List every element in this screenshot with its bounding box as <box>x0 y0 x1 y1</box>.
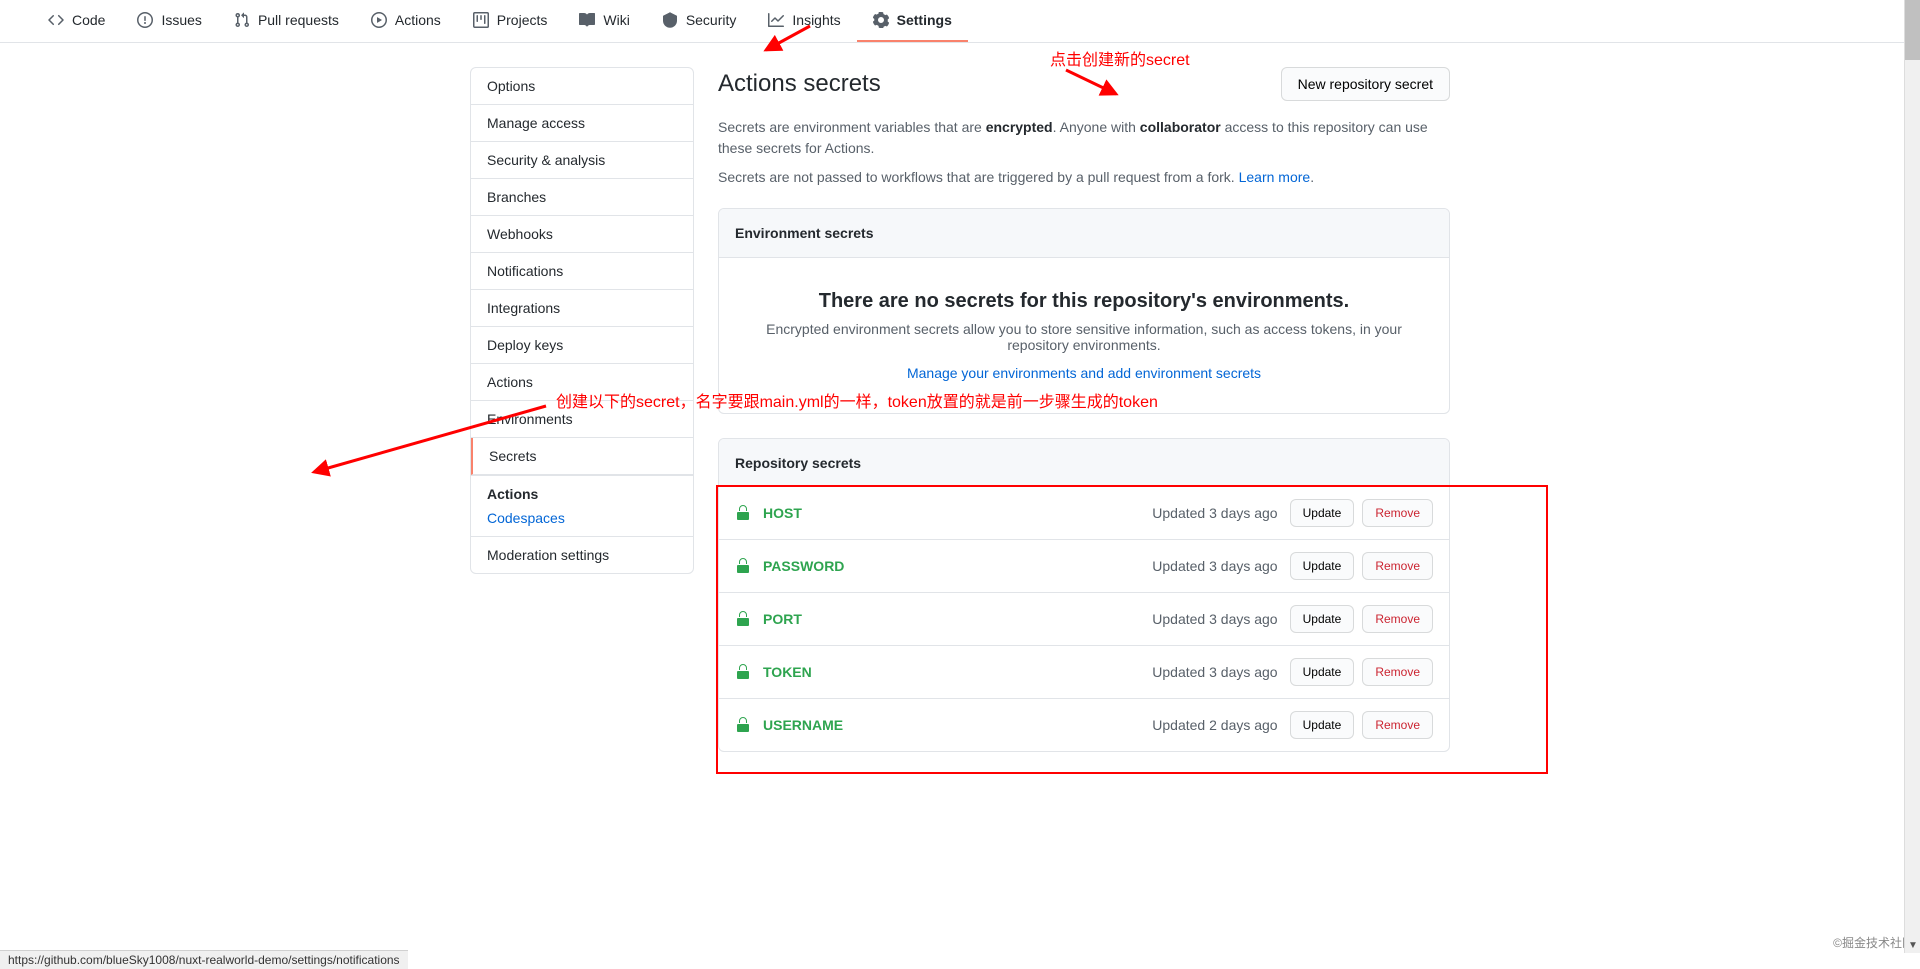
sidebar-heading-actions: Actions <box>471 476 693 506</box>
env-empty-subtitle: Encrypted environment secrets allow you … <box>743 321 1425 353</box>
secret-updated: Updated 3 days ago <box>1152 611 1277 627</box>
update-secret-button[interactable]: Update <box>1290 658 1355 686</box>
lock-icon <box>735 558 751 574</box>
scrollbar-thumb[interactable] <box>1905 0 1920 60</box>
repository-secrets-box: Repository secrets HOST Updated 3 days ag… <box>718 438 1450 752</box>
update-secret-button[interactable]: Update <box>1290 499 1355 527</box>
code-icon <box>48 12 64 28</box>
secret-name: USERNAME <box>763 717 843 733</box>
tab-settings[interactable]: Settings <box>857 0 968 42</box>
tab-label: Actions <box>395 12 441 28</box>
environment-secrets-header: Environment secrets <box>719 209 1449 258</box>
secret-updated: Updated 3 days ago <box>1152 505 1277 521</box>
secret-updated: Updated 3 days ago <box>1152 664 1277 680</box>
update-secret-button[interactable]: Update <box>1290 605 1355 633</box>
tab-label: Pull requests <box>258 12 339 28</box>
sidebar-link-codespaces[interactable]: Codespaces <box>471 506 693 536</box>
environment-secrets-box: Environment secrets There are no secrets… <box>718 208 1450 414</box>
lock-icon <box>735 611 751 627</box>
manage-environments-link[interactable]: Manage your environments and add environ… <box>907 365 1261 381</box>
sidebar-item-webhooks[interactable]: Webhooks <box>471 216 693 253</box>
sidebar-item-options[interactable]: Options <box>471 68 693 105</box>
gear-icon <box>873 12 889 28</box>
secret-name: PORT <box>763 611 802 627</box>
remove-secret-button[interactable]: Remove <box>1362 552 1433 580</box>
secret-row: PASSWORD Updated 3 days ago UpdateRemove <box>719 540 1449 593</box>
remove-secret-button[interactable]: Remove <box>1362 711 1433 739</box>
issue-icon <box>137 12 153 28</box>
secret-row: USERNAME Updated 2 days ago UpdateRemove <box>719 699 1449 751</box>
env-empty-title: There are no secrets for this repository… <box>743 290 1425 313</box>
browser-status-bar: https://github.com/blueSky1008/nuxt-real… <box>0 950 408 969</box>
sidebar-item-actions[interactable]: Actions <box>471 364 693 401</box>
sidebar-item-notifications[interactable]: Notifications <box>471 253 693 290</box>
shield-icon <box>662 12 678 28</box>
lock-icon <box>735 664 751 680</box>
tab-insights[interactable]: Insights <box>752 0 856 42</box>
lock-icon <box>735 717 751 733</box>
sidebar-item-moderation[interactable]: Moderation settings <box>471 536 693 573</box>
tab-label: Insights <box>792 12 840 28</box>
sidebar-item-security-analysis[interactable]: Security & analysis <box>471 142 693 179</box>
tab-label: Wiki <box>603 12 629 28</box>
tab-label: Projects <box>497 12 548 28</box>
tab-issues[interactable]: Issues <box>121 0 217 42</box>
sidebar-item-deploy-keys[interactable]: Deploy keys <box>471 327 693 364</box>
remove-secret-button[interactable]: Remove <box>1362 605 1433 633</box>
secrets-description-2: Secrets are not passed to workflows that… <box>718 167 1450 188</box>
tab-pulls[interactable]: Pull requests <box>218 0 355 42</box>
tab-code[interactable]: Code <box>32 0 121 42</box>
remove-secret-button[interactable]: Remove <box>1362 658 1433 686</box>
graph-icon <box>768 12 784 28</box>
secret-row: HOST Updated 3 days ago UpdateRemove <box>719 487 1449 540</box>
scroll-down-icon[interactable]: ▼ <box>1905 937 1920 953</box>
scrollbar[interactable]: ▲ ▼ <box>1904 0 1920 953</box>
learn-more-link[interactable]: Learn more <box>1239 169 1311 185</box>
play-icon <box>371 12 387 28</box>
tab-actions[interactable]: Actions <box>355 0 457 42</box>
watermark: ©掘金技术社区 <box>1833 934 1914 951</box>
page-title: Actions secrets <box>718 70 881 98</box>
sidebar-item-branches[interactable]: Branches <box>471 179 693 216</box>
secret-name: TOKEN <box>763 664 812 680</box>
sidebar-item-secrets[interactable]: Secrets <box>471 438 693 475</box>
tab-wiki[interactable]: Wiki <box>563 0 645 42</box>
repository-secrets-header: Repository secrets <box>719 439 1449 487</box>
sidebar-item-integrations[interactable]: Integrations <box>471 290 693 327</box>
tab-label: Security <box>686 12 737 28</box>
secret-row: PORT Updated 3 days ago UpdateRemove <box>719 593 1449 646</box>
project-icon <box>473 12 489 28</box>
sidebar-item-environments[interactable]: Environments <box>471 401 693 438</box>
secret-name: PASSWORD <box>763 558 844 574</box>
remove-secret-button[interactable]: Remove <box>1362 499 1433 527</box>
update-secret-button[interactable]: Update <box>1290 711 1355 739</box>
tab-projects[interactable]: Projects <box>457 0 564 42</box>
repo-tabs: Code Issues Pull requests Actions Projec… <box>0 0 1920 43</box>
update-secret-button[interactable]: Update <box>1290 552 1355 580</box>
tab-label: Issues <box>161 12 201 28</box>
settings-sidebar: Options Manage access Security & analysi… <box>470 67 694 776</box>
secrets-description-1: Secrets are environment variables that a… <box>718 117 1450 159</box>
secret-updated: Updated 3 days ago <box>1152 558 1277 574</box>
secrets-content: Actions secrets New repository secret Se… <box>718 67 1450 776</box>
secret-updated: Updated 2 days ago <box>1152 717 1277 733</box>
git-pull-request-icon <box>234 12 250 28</box>
tab-security[interactable]: Security <box>646 0 753 42</box>
new-secret-button[interactable]: New repository secret <box>1281 67 1450 101</box>
lock-icon <box>735 505 751 521</box>
secret-name: HOST <box>763 505 802 521</box>
secret-row: TOKEN Updated 3 days ago UpdateRemove <box>719 646 1449 699</box>
sidebar-item-manage-access[interactable]: Manage access <box>471 105 693 142</box>
book-icon <box>579 12 595 28</box>
tab-label: Code <box>72 12 105 28</box>
tab-label: Settings <box>897 12 952 28</box>
